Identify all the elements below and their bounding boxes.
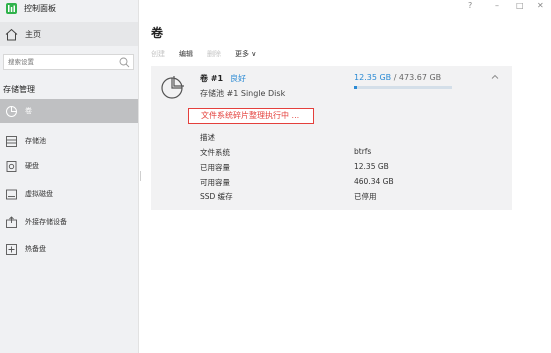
maximize-button[interactable]: □ [516,0,524,12]
prop-label-ssd-cache: SSD 缓存 [200,192,233,201]
section-storage-management: 存储管理 [3,85,35,94]
control-panel-logo-icon [6,2,17,14]
volume-icon [5,105,18,118]
sidebar-item-label: 存储池 [25,137,46,145]
used-capacity: 12.35 GB [354,73,392,82]
defrag-warning: 文件系统碎片整理执行中 ... [188,108,314,124]
home-icon [5,28,18,40]
volume-pool-info: 存储池 #1 Single Disk [200,89,286,98]
chevron-up-icon[interactable] [490,72,500,82]
create-button[interactable]: 创建 [151,49,165,59]
usage-bar-fill [354,86,357,89]
sidebar-item-label: 卷 [25,107,32,115]
usage-text: 12.35 GB / 473.67 GB [354,73,441,82]
sidebar-item-label: 虚拟磁盘 [25,190,53,198]
virtual-disk-icon [5,188,18,201]
hot-spare-icon [5,243,18,256]
usage-bar [354,86,452,89]
storage-pool-icon [5,135,18,148]
app-title: 控制面板 [24,3,56,13]
sidebar-home[interactable]: 主页 [0,22,138,46]
total-capacity: / 473.67 GB [393,73,442,82]
sidebar-item-virtual-disk[interactable]: 虚拟磁盘 [0,182,138,206]
search-input[interactable] [8,58,118,66]
external-storage-icon [5,215,18,229]
sidebar: 控制面板 主页 存储管理 卷 存储池 硬盘 [0,0,139,353]
prop-value-ssd-cache: 已停用 [354,192,377,201]
sidebar-item-hdd[interactable]: 硬盘 [0,154,138,178]
sidebar-item-external-storage[interactable]: 外接存储设备 [0,210,138,234]
status-badge: 良好 [230,74,246,83]
delete-button[interactable]: 删除 [207,49,221,59]
sidebar-item-label: 硬盘 [25,162,39,170]
prop-label-used: 已用容量 [200,163,230,172]
help-button[interactable]: ? [468,0,472,12]
prop-value-used: 12.35 GB [354,162,389,171]
search-box[interactable] [3,54,134,70]
prop-label-description: 描述 [200,133,215,142]
volume-name: 卷 #1 [200,74,224,83]
prop-value-available: 460.34 GB [354,177,394,186]
sidebar-item-volume[interactable]: 卷 [0,99,138,123]
sidebar-item-label: 热备盘 [25,245,46,253]
toolbar: 创建 编辑 删除 更多 ∨ [151,47,270,61]
sidebar-resize-handle[interactable] [140,171,141,181]
prop-label-available: 可用容量 [200,178,230,187]
prop-value-filesystem: btrfs [354,147,372,156]
sidebar-item-label: 外接存储设备 [25,218,67,226]
app-header: 控制面板 [0,0,138,16]
edit-button[interactable]: 编辑 [179,49,193,59]
prop-label-filesystem: 文件系统 [200,148,230,157]
volume-pie-icon [161,76,184,99]
hdd-icon [5,160,18,173]
volume-card[interactable]: 卷 #1 良好 存储池 #1 Single Disk 12.35 GB / 47… [151,66,512,210]
more-menu-button[interactable]: 更多 ∨ [235,49,256,59]
page-title: 卷 [151,26,164,40]
minimize-button[interactable]: – [495,0,499,12]
home-label: 主页 [25,29,41,39]
search-icon[interactable] [119,57,130,68]
close-button[interactable]: ✕ [537,0,544,12]
sidebar-item-hot-spare[interactable]: 热备盘 [0,237,138,261]
sidebar-item-storage-pool[interactable]: 存储池 [0,129,138,153]
